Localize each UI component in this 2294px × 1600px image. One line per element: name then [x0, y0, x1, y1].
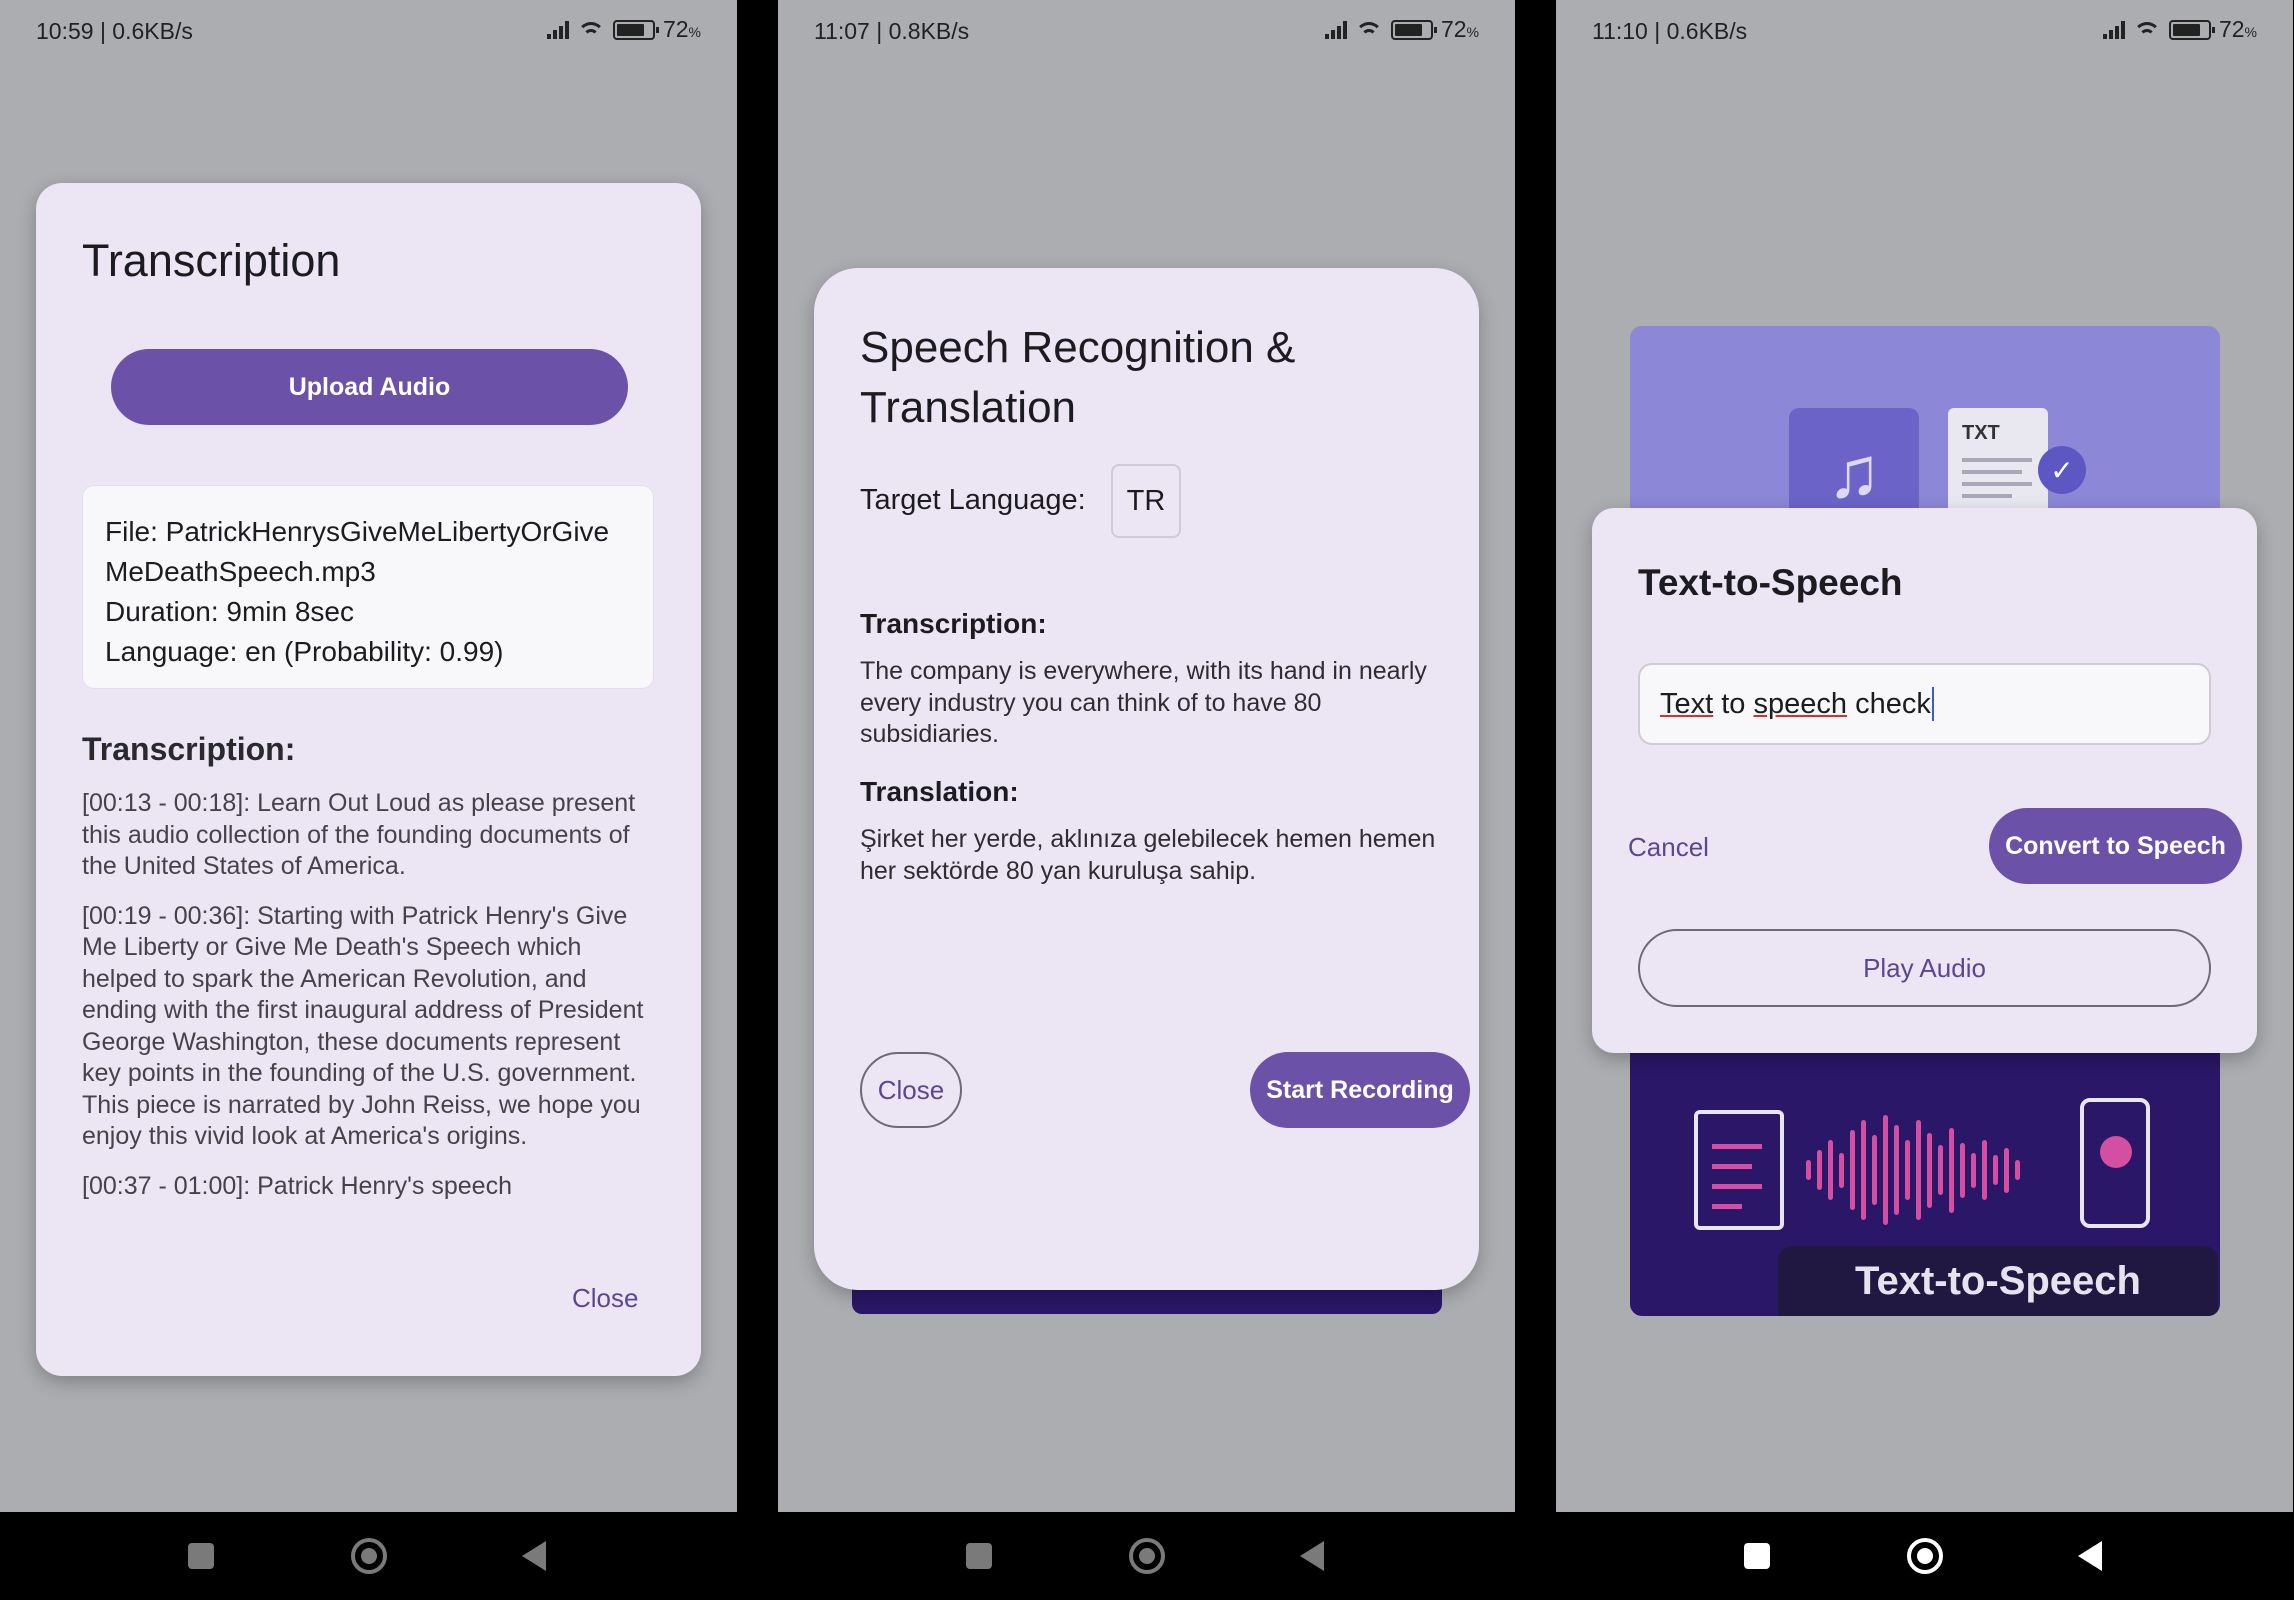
- battery-icon: [2168, 19, 2215, 40]
- input-word: speech: [1753, 687, 1848, 720]
- status-icons: 72%: [546, 16, 701, 43]
- status-bar: 11:07 | 0.8KB/s 72%: [778, 0, 1515, 60]
- wifi-icon: [1354, 20, 1383, 40]
- cancel-button[interactable]: Cancel: [1628, 832, 1709, 863]
- recents-icon[interactable]: [1744, 1543, 1770, 1569]
- feature-illustration-bottom: Text-to-Speech: [1630, 1050, 2220, 1316]
- home-icon[interactable]: [1129, 1538, 1165, 1574]
- dialog-title: Text-to-Speech: [1638, 562, 1903, 603]
- battery-percent: 72%: [662, 16, 701, 42]
- battery-percent: 72%: [2218, 16, 2257, 42]
- target-language-input[interactable]: TR: [1111, 464, 1181, 538]
- back-icon[interactable]: [522, 1541, 546, 1571]
- transcription-heading: Transcription:: [82, 731, 296, 767]
- signal-icon: [1324, 20, 1347, 39]
- input-word: check: [1847, 687, 1931, 720]
- dialog-title: Speech Recognition & Translation: [860, 323, 1296, 432]
- wifi-icon: [576, 20, 605, 40]
- translation-heading: Translation:: [860, 776, 1019, 807]
- play-audio-button[interactable]: Play Audio: [1638, 929, 2211, 1007]
- screen-text-to-speech: 11:10 | 0.6KB/s 72% ♫ TXT ✓ Text-to-Spee…: [1556, 0, 2293, 1512]
- transcription-heading: Transcription:: [860, 608, 1047, 639]
- text-to-speech-dialog: Text-to-Speech Text to speech check Canc…: [1592, 508, 2257, 1053]
- transcript-segment: [00:13 - 00:18]: Learn Out Loud as pleas…: [82, 789, 636, 880]
- file-name: File: PatrickHenrysGiveMeLibertyOrGiveMe…: [105, 516, 610, 587]
- phone-speaker-icon: [2080, 1098, 2150, 1228]
- status-bar: 10:59 | 0.6KB/s 72%: [0, 0, 737, 60]
- text-caret: [1931, 687, 1934, 721]
- status-icons: 72%: [2102, 16, 2257, 43]
- banner-title: Text-to-Speech: [1778, 1246, 2218, 1316]
- document-icon: [1694, 1110, 1784, 1230]
- input-word: to: [1713, 687, 1754, 720]
- feature-illustration-top: ♫ TXT ✓: [1630, 326, 2220, 526]
- nav-bar: [1556, 1512, 2293, 1600]
- convert-to-speech-button[interactable]: Convert to Speech: [1989, 808, 2242, 884]
- screen-speech-translation: 11:07 | 0.8KB/s 72% Speech Recognition &…: [778, 0, 1515, 1512]
- transcription-text: The company is everywhere, with its hand…: [860, 657, 1427, 748]
- transcription-list[interactable]: [00:13 - 00:18]: Learn Out Loud as pleas…: [82, 788, 662, 1208]
- back-icon[interactable]: [1300, 1541, 1324, 1571]
- wifi-icon: [2132, 20, 2161, 40]
- file-info-card: File: PatrickHenrysGiveMeLibertyOrGiveMe…: [82, 485, 654, 689]
- text-input[interactable]: Text to speech check: [1638, 663, 2211, 745]
- close-button[interactable]: Close: [860, 1052, 962, 1128]
- status-time: 11:07 | 0.8KB/s: [814, 18, 970, 44]
- sound-wave-icon: [1806, 1110, 2066, 1230]
- close-button[interactable]: Close: [572, 1283, 638, 1314]
- file-language: Language: en (Probability: 0.99): [105, 636, 504, 667]
- home-icon[interactable]: [351, 1538, 387, 1574]
- status-bar: 11:10 | 0.6KB/s 72%: [1556, 0, 2293, 60]
- target-language-label: Target Language:: [860, 484, 1086, 516]
- battery-percent: 72%: [1440, 16, 1479, 42]
- nav-bar: [778, 1512, 1515, 1600]
- upload-audio-button[interactable]: Upload Audio: [111, 349, 628, 425]
- input-word: Text: [1660, 687, 1714, 720]
- status-time: 10:59 | 0.6KB/s: [36, 18, 193, 44]
- transcription-dialog: Transcription Upload Audio File: Patrick…: [36, 183, 701, 1376]
- home-icon[interactable]: [1907, 1538, 1943, 1574]
- nav-bar: [0, 1512, 737, 1600]
- recents-icon[interactable]: [966, 1543, 992, 1569]
- start-recording-button[interactable]: Start Recording: [1250, 1052, 1470, 1128]
- recents-icon[interactable]: [188, 1543, 214, 1569]
- signal-icon: [546, 20, 569, 39]
- back-icon[interactable]: [2078, 1541, 2102, 1571]
- battery-icon: [1390, 19, 1437, 40]
- file-duration: Duration: 9min 8sec: [105, 596, 355, 627]
- screen-transcription: 10:59 | 0.6KB/s 72% Transcription Upload…: [0, 0, 737, 1512]
- speech-translation-dialog: Speech Recognition & Translation Target …: [814, 268, 1479, 1290]
- transcript-segment: [00:37 - 01:00]: Patrick Henry's speech: [82, 1171, 512, 1200]
- status-icons: 72%: [1324, 16, 1479, 43]
- translation-text: Şirket her yerde, aklınıza gelebilecek h…: [860, 825, 1436, 885]
- dialog-title: Transcription: [82, 235, 341, 286]
- check-icon: ✓: [2038, 446, 2086, 494]
- transcript-segment: [00:19 - 00:36]: Starting with Patrick H…: [82, 901, 644, 1151]
- battery-icon: [612, 19, 659, 40]
- status-time: 11:10 | 0.6KB/s: [1592, 18, 1748, 44]
- signal-icon: [2102, 20, 2125, 39]
